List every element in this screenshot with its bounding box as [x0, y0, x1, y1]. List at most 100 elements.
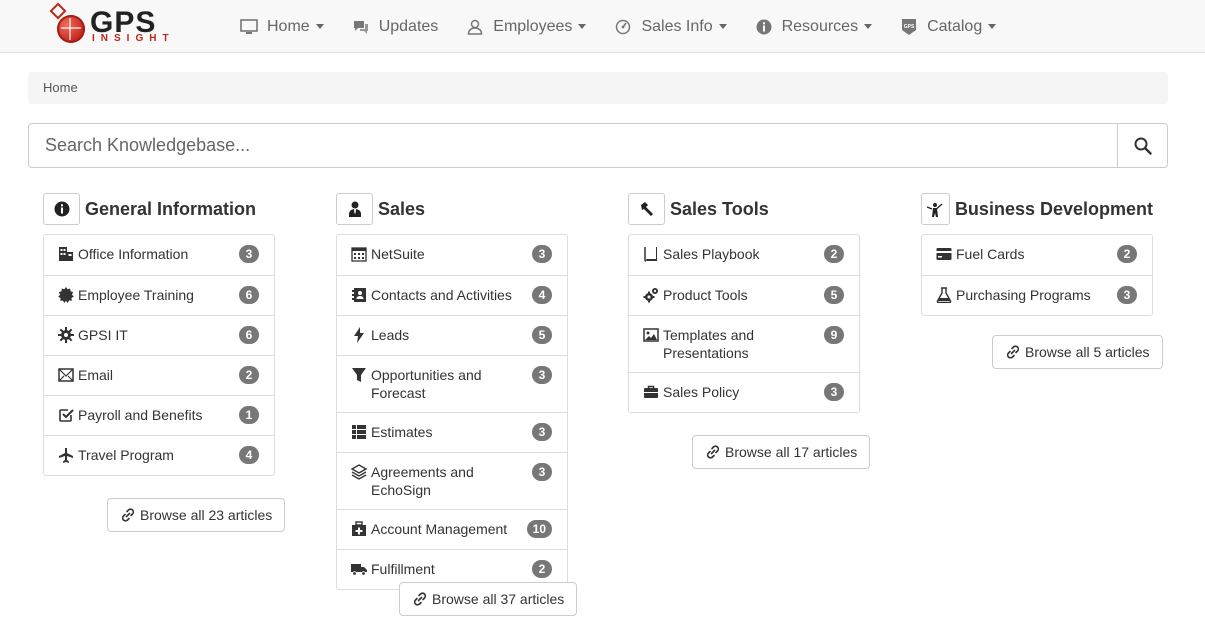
- browse-business-development-button[interactable]: Browse all 5 articles: [992, 335, 1163, 369]
- category-header: General Information: [43, 193, 275, 225]
- list-item-netsuite[interactable]: NetSuite 3: [337, 235, 567, 275]
- list-item-templates-and-presentations[interactable]: Templates and Presentations 9: [629, 315, 859, 372]
- list-item-estimates[interactable]: Estimates 3: [337, 412, 567, 452]
- chevron-down-icon: [578, 24, 587, 29]
- nav-updates-label: Updates: [378, 17, 439, 35]
- count-badge: 2: [239, 366, 259, 384]
- browse-sales-button[interactable]: Browse all 37 articles: [399, 582, 578, 616]
- link-icon: [412, 591, 428, 607]
- list-item-opportunities-and-forecast[interactable]: Opportunities and Forecast 3: [337, 355, 567, 412]
- list-item-label: Sales Policy: [663, 384, 740, 400]
- list-item-label: Account Management: [371, 521, 508, 537]
- article-list: Fuel Cards 2 Purchasing Programs 3: [921, 234, 1153, 316]
- category-title[interactable]: Sales: [378, 199, 425, 220]
- list-item-purchasing-programs[interactable]: Purchasing Programs 3: [922, 275, 1152, 315]
- list-item-sales-playbook[interactable]: Sales Playbook 2: [629, 235, 859, 275]
- category-title[interactable]: General Information: [85, 199, 256, 220]
- count-badge: 2: [532, 560, 552, 578]
- nav-updates[interactable]: Updates: [352, 17, 439, 36]
- nav-sales-info-label: Sales Info: [641, 17, 713, 35]
- category-sales: Sales NetSuite 3 Contacts and Activities…: [336, 193, 568, 590]
- flash-icon: [351, 327, 367, 343]
- comments-icon: [352, 18, 370, 36]
- truck-icon: [351, 561, 367, 577]
- browse-label: Browse all 37 articles: [432, 591, 565, 607]
- list-item-label: Payroll and Benefits: [78, 407, 203, 423]
- info-circle-icon: [755, 18, 773, 36]
- nav-sales-info[interactable]: Sales Info: [614, 17, 727, 36]
- article-list: NetSuite 3 Contacts and Activities 4 Lea…: [336, 234, 568, 590]
- count-badge: 6: [239, 326, 259, 344]
- nav-resources[interactable]: Resources: [755, 18, 873, 36]
- breadcrumb: Home: [28, 72, 1168, 104]
- list-item-label: Contacts and Activities: [371, 287, 512, 303]
- list-item-sales-policy[interactable]: Sales Policy 3: [629, 372, 859, 412]
- list-item-label: Fuel Cards: [956, 246, 1025, 262]
- gauge-icon: [614, 18, 632, 36]
- list-item-label: Fulfillment: [371, 561, 435, 577]
- category-title[interactable]: Business Development: [955, 199, 1153, 220]
- cog-icon: [58, 327, 74, 343]
- list-item-agreements-and-echosign[interactable]: Agreements and EchoSign 3: [337, 452, 567, 509]
- category-header: Sales: [336, 193, 568, 225]
- list-item-employee-training[interactable]: Employee Training 6: [44, 275, 274, 315]
- article-list: Office Information 3 Employee Training 6…: [43, 234, 275, 476]
- nav-employees[interactable]: Employees: [466, 18, 587, 36]
- list-item-fuel-cards[interactable]: Fuel Cards 2: [922, 235, 1152, 275]
- list-item-account-management[interactable]: Account Management 10: [337, 509, 567, 549]
- info-circle-icon: [43, 193, 80, 225]
- count-badge: 2: [824, 245, 844, 263]
- count-badge: 3: [532, 366, 552, 384]
- list-item-contacts-and-activities[interactable]: Contacts and Activities 4: [337, 275, 567, 315]
- count-badge: 4: [239, 446, 259, 464]
- credit-card-icon: [936, 246, 952, 262]
- list-item-label: Office Information: [78, 246, 189, 262]
- search-button[interactable]: [1117, 124, 1167, 167]
- list-item-label: Leads: [371, 327, 410, 343]
- nav-home-label: Home: [267, 17, 310, 35]
- list-item-office-information[interactable]: Office Information 3: [44, 235, 274, 275]
- list-item-label: Purchasing Programs: [956, 287, 1091, 303]
- gps-insight-logo[interactable]: GPS INSIGHT: [49, 2, 192, 45]
- list-item-label: Email: [78, 367, 114, 383]
- breadcrumb-home[interactable]: Home: [43, 80, 78, 95]
- list-item-label: Agreements and EchoSign: [371, 464, 474, 498]
- list-item-product-tools[interactable]: Product Tools 5: [629, 275, 859, 315]
- list-item-email[interactable]: Email 2: [44, 355, 274, 395]
- search-input[interactable]: [29, 124, 1117, 167]
- category-header: Sales Tools: [628, 193, 860, 225]
- count-badge: 4: [532, 286, 552, 304]
- nav-home[interactable]: Home: [240, 18, 324, 36]
- list-item-payroll-and-benefits[interactable]: Payroll and Benefits 1: [44, 395, 274, 435]
- flask-icon: [936, 287, 952, 303]
- nav-catalog[interactable]: GPS Catalog: [900, 18, 997, 36]
- list-item-label: Employee Training: [78, 287, 194, 303]
- plane-icon: [58, 447, 74, 463]
- envelope-icon: [58, 367, 74, 383]
- browse-sales-tools-button[interactable]: Browse all 17 articles: [692, 435, 871, 469]
- browse-general-information-button[interactable]: Browse all 23 articles: [107, 498, 286, 532]
- list-item-label: Templates and Presentations: [663, 327, 755, 361]
- chevron-down-icon: [988, 24, 997, 29]
- list-item-leads[interactable]: Leads 5: [337, 315, 567, 355]
- top-navbar: GPS INSIGHT Home Updates Employees Sales…: [0, 0, 1205, 53]
- cogs-icon: [643, 287, 659, 303]
- logo-subtitle: INSIGHT: [92, 33, 175, 44]
- list-item-label: Sales Playbook: [663, 246, 760, 262]
- user-icon: [466, 18, 484, 36]
- book-icon: [643, 246, 659, 262]
- gps-badge-icon: GPS: [900, 18, 918, 36]
- list-item-gpsi-it[interactable]: GPSI IT 6: [44, 315, 274, 355]
- user-tie-icon: [336, 193, 373, 225]
- category-general-information: General Information Office Information 3…: [43, 193, 275, 476]
- article-list: Sales Playbook 2 Product Tools 5 Templat…: [628, 234, 860, 413]
- briefcase-icon: [643, 384, 659, 400]
- list-item-label: GPSI IT: [78, 327, 128, 343]
- category-title[interactable]: Sales Tools: [670, 199, 769, 220]
- count-badge: 3: [239, 245, 259, 263]
- picture-icon: [643, 327, 659, 343]
- count-badge: 3: [532, 423, 552, 441]
- hammer-icon: [628, 193, 665, 225]
- count-badge: 10: [526, 520, 552, 538]
- list-item-travel-program[interactable]: Travel Program 4: [44, 435, 274, 475]
